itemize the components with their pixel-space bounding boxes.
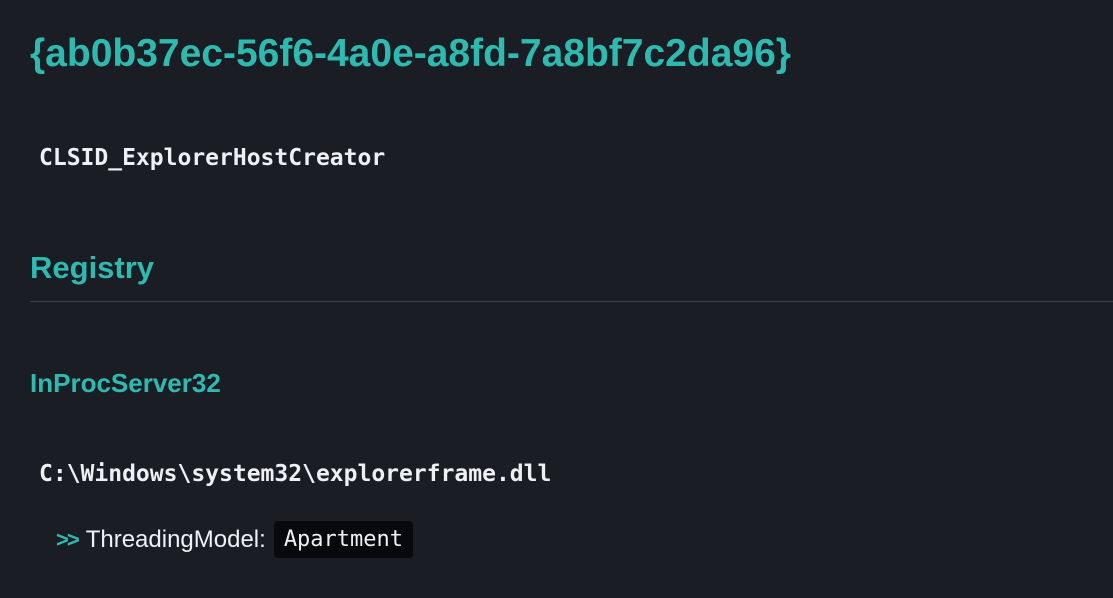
- clsid-title: {ab0b37ec-56f6-4a0e-a8fd-7a8bf7c2da96}: [30, 32, 791, 75]
- dll-path: C:\Windows\system32\explorerframe.dll: [39, 461, 552, 487]
- threading-model-value: Apartment: [273, 521, 414, 558]
- threading-model-row: >> ThreadingModel: Apartment: [56, 521, 414, 558]
- section-divider: [30, 301, 1113, 302]
- registry-heading: Registry: [30, 250, 155, 285]
- threading-model-label: ThreadingModel:: [85, 525, 266, 553]
- inprocserver32-heading: InProcServer32: [30, 368, 221, 398]
- clsid-page: {ab0b37ec-56f6-4a0e-a8fd-7a8bf7c2da96} C…: [0, 0, 1113, 598]
- clsid-name: CLSID_ExplorerHostCreator: [39, 145, 386, 171]
- double-chevron-right-icon: >>: [56, 526, 80, 552]
